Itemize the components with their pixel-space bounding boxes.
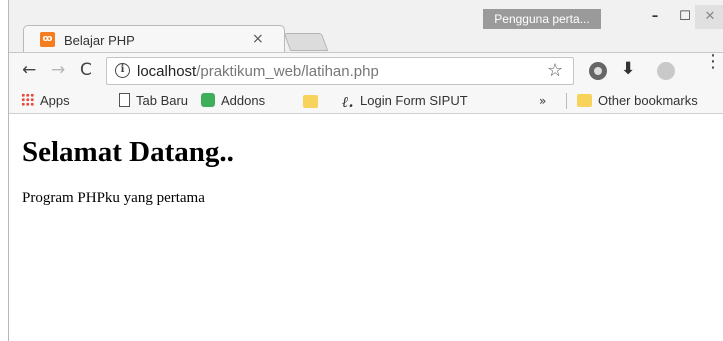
profile-button[interactable]: Pengguna perta...: [483, 9, 601, 29]
bookmark-apps[interactable]: Apps: [21, 93, 70, 108]
address-bar[interactable]: i localhost/praktikum_web/latihan.php ☆: [106, 57, 574, 85]
browser-window: ꝏ Belajar PHP × Pengguna perta... – ☐ ✕ …: [8, 0, 723, 341]
back-icon[interactable]: ←: [22, 60, 36, 80]
film-extension-icon[interactable]: [589, 62, 607, 80]
forward-icon[interactable]: →: [51, 60, 65, 80]
puzzle-icon: [201, 93, 215, 107]
bookmark-label: Addons: [221, 93, 266, 108]
bookmark-login-form-siput[interactable]: ℓ. Login Form SIPUT: [342, 93, 468, 112]
bookmark-folder[interactable]: [303, 94, 324, 109]
url-host: localhost: [137, 63, 197, 80]
globe-extension-icon[interactable]: [657, 62, 675, 80]
script-icon: ℓ.: [342, 93, 354, 111]
bookmark-label: Login Form SIPUT: [360, 93, 468, 108]
title-bar: ꝏ Belajar PHP × Pengguna perta... – ☐ ✕: [9, 0, 723, 52]
folder-icon: [303, 95, 318, 108]
tab-close-icon[interactable]: ×: [252, 31, 264, 47]
new-tab-button[interactable]: [283, 33, 329, 51]
xampp-icon: ꝏ: [40, 32, 55, 47]
page-content: Selamat Datang.. Program PHPku yang pert…: [9, 115, 723, 341]
bookmarks-divider: [566, 93, 567, 109]
bookmark-label: Apps: [40, 93, 70, 108]
toolbar: ← → C i localhost/praktikum_web/latihan.…: [9, 52, 723, 88]
url-text[interactable]: localhost/praktikum_web/latihan.php: [137, 63, 379, 80]
bookmark-addons[interactable]: Addons: [201, 93, 265, 108]
page-paragraph: Program PHPku yang pertama: [22, 190, 205, 206]
page-icon: [119, 93, 130, 107]
bookmark-label: Other bookmarks: [598, 93, 698, 108]
bookmark-star-icon[interactable]: ☆: [547, 60, 563, 81]
apps-grid-icon: [21, 93, 34, 106]
bookmark-label: Tab Baru: [136, 93, 189, 108]
other-bookmarks[interactable]: Other bookmarks: [577, 93, 698, 108]
folder-icon: [577, 94, 592, 107]
bookmark-tab-baru[interactable]: Tab Baru: [119, 93, 188, 108]
menu-icon[interactable]: ⋮: [704, 53, 722, 71]
tab-belajar-php[interactable]: ꝏ Belajar PHP ×: [23, 25, 285, 52]
url-path: /praktikum_web/latihan.php: [196, 63, 379, 80]
tab-title: Belajar PHP: [64, 33, 135, 48]
close-window-button[interactable]: ✕: [695, 5, 723, 29]
download-icon[interactable]: ⬇: [621, 59, 639, 79]
page-heading: Selamat Datang..: [22, 136, 234, 168]
reload-icon[interactable]: C: [80, 60, 92, 80]
bookmarks-bar: Apps Tab Baru Addons ℓ. Login Form SIPUT …: [9, 88, 723, 114]
bookmarks-overflow-button[interactable]: »: [539, 94, 546, 108]
info-icon[interactable]: i: [115, 63, 130, 78]
